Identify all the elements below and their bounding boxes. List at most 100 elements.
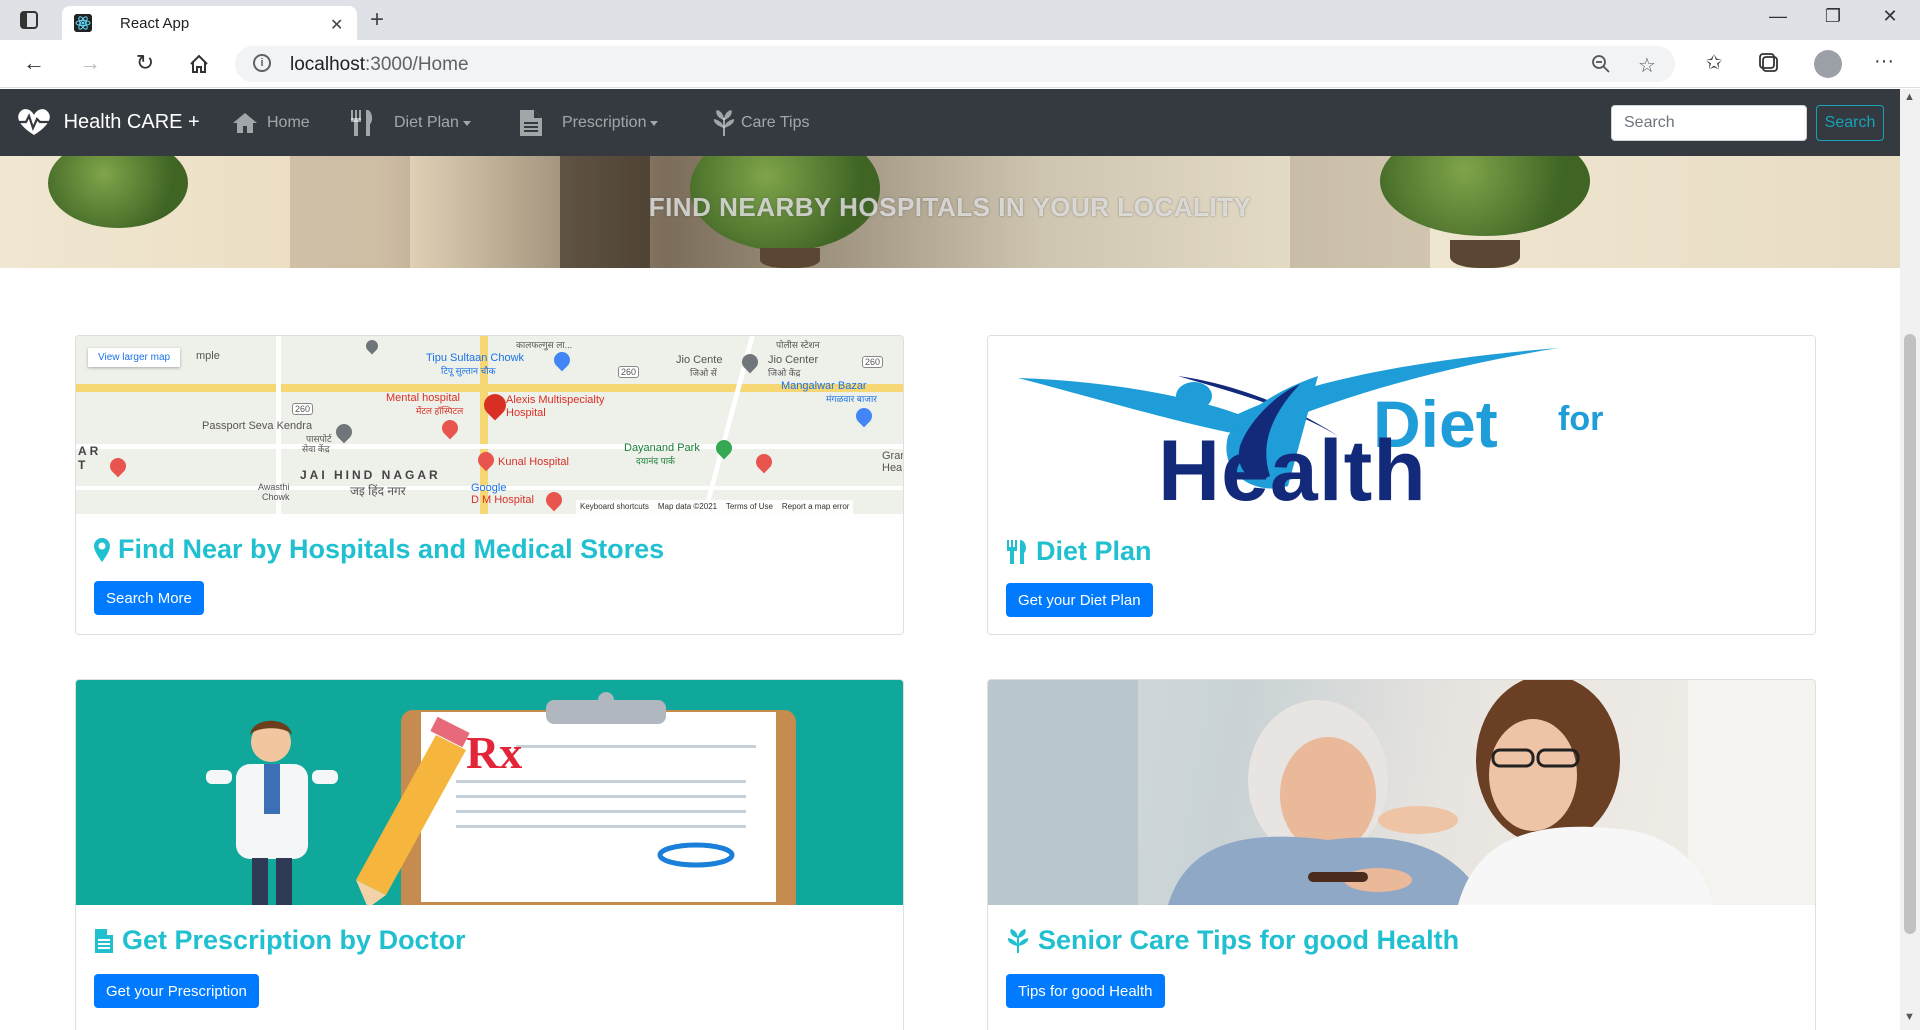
hospital-pin-icon[interactable] [438, 416, 462, 440]
doctor-clipboard-graphic [206, 692, 796, 905]
scroll-up-icon[interactable]: ▲ [1904, 91, 1915, 103]
scroll-down-icon[interactable]: ▼ [1904, 1011, 1915, 1023]
nav-care-tips-label: Care Tips [741, 114, 810, 131]
collections-icon[interactable] [1758, 52, 1782, 76]
card-senior-care: Senior Care Tips for good Health Tips fo… [987, 679, 1816, 1030]
map-data-text: Map data ©2021 [657, 502, 718, 511]
file-icon [95, 928, 113, 953]
tab-actions-icon[interactable] [18, 9, 40, 31]
banner-heading: FIND NEARBY HOSPITALS IN YOUR LOCALITY [648, 192, 1252, 222]
back-icon[interactable]: ← [20, 50, 48, 76]
get-prescription-button[interactable]: Get your Prescription [94, 974, 259, 1008]
new-tab-button[interactable]: + [370, 6, 384, 34]
map-label: Hospital [506, 407, 546, 419]
url-field[interactable]: i localhost:3000/Home ☆ [235, 46, 1675, 82]
map-label: mple [196, 350, 220, 362]
card-title: Find Near by Hospitals and Medical Store… [94, 534, 664, 565]
favorites-icon[interactable]: ✩ [1700, 50, 1728, 75]
report-error-link[interactable]: Report a map error [782, 502, 850, 511]
map-label: Jio Cente [676, 354, 723, 366]
react-favicon-icon [74, 14, 92, 32]
nav-home-label: Home [267, 114, 310, 131]
hospital-pin-icon[interactable] [474, 448, 498, 472]
home-browser-icon[interactable] [188, 53, 210, 75]
shop-pin-icon[interactable] [550, 348, 574, 372]
leaf-icon [1007, 928, 1029, 953]
map-footer: Keyboard shortcuts Map data ©2021 Terms … [576, 500, 854, 514]
road-shield: 260 [292, 403, 314, 415]
map-label: मेंटल हॉस्पिटल [416, 406, 464, 416]
scroll-thumb[interactable] [1904, 334, 1916, 934]
card-prescription: Rx Get Prescription by Doctor Get your P… [75, 679, 904, 1030]
minimize-icon[interactable]: — [1758, 6, 1798, 27]
window-close-icon[interactable]: ✕ [1870, 6, 1910, 27]
hospital-pin-icon[interactable] [106, 454, 130, 478]
nav-home[interactable]: Home [231, 103, 310, 143]
nav-diet-plan[interactable]: Diet Plan [348, 103, 471, 143]
more-menu-icon[interactable]: ··· [1870, 50, 1898, 73]
card-title-text: Diet Plan [1036, 536, 1152, 566]
diet-for-health-logo[interactable]: Diet for Health [988, 336, 1815, 516]
view-larger-map-link[interactable]: View larger map [88, 348, 181, 367]
logo-for-text: for [1558, 400, 1604, 438]
leaf-icon [713, 110, 735, 136]
search-more-button[interactable]: Search More [94, 581, 204, 615]
zoom-out-icon[interactable] [1590, 53, 1612, 75]
brand[interactable]: Health CARE + [14, 107, 200, 137]
page-scrollbar[interactable]: ▲ ▼ [1900, 89, 1920, 1030]
banner-pot [760, 248, 820, 268]
nav-prescription-label: Prescription [562, 114, 647, 131]
map-label: AR [78, 444, 102, 458]
keyboard-shortcuts-link[interactable]: Keyboard shortcuts [580, 502, 649, 511]
search-input[interactable] [1611, 105, 1807, 141]
add-favorite-icon[interactable]: ☆ [1638, 53, 1656, 78]
rx-symbol: Rx [466, 727, 523, 778]
map-label: सेवा केंद्र [302, 444, 330, 454]
map-label: Passport Seva Kendra [202, 420, 313, 432]
map-label: D M Hospital [471, 494, 534, 506]
park-pin-icon[interactable] [712, 436, 736, 460]
map-label: JAI HIND NAGAR [300, 468, 441, 482]
map-label: T [78, 458, 89, 472]
road-shield: 260 [618, 366, 640, 378]
map-label: कालफल्गुस ला... [516, 340, 573, 350]
chevron-down-icon [462, 120, 471, 126]
tab-close-icon[interactable]: ✕ [330, 15, 343, 35]
map-label: Hea [882, 462, 903, 474]
utensils-icon [1007, 539, 1026, 564]
forward-icon[interactable]: → [76, 50, 104, 76]
logo-health-text: Health [1158, 423, 1427, 519]
prescription-illustration: Rx [76, 680, 903, 905]
url-text: localhost:3000/Home [290, 54, 469, 75]
get-diet-plan-button[interactable]: Get your Diet Plan [1006, 583, 1153, 617]
map-embed[interactable]: View larger map mple कालफल्गुस ला... पोल… [76, 336, 903, 514]
road-shield: 260 [862, 356, 884, 368]
map-label: Mental hospital [386, 392, 460, 404]
place-pin-icon[interactable] [363, 337, 381, 355]
terms-link[interactable]: Terms of Use [726, 502, 773, 511]
reload-icon[interactable]: ↻ [131, 50, 159, 76]
card-diet-plan: Diet for Health Diet Plan Get your Diet … [987, 335, 1816, 635]
map-label: जिओ केंद्र [768, 368, 801, 378]
site-info-icon[interactable]: i [253, 54, 271, 72]
nav-prescription[interactable]: Prescription [518, 103, 659, 143]
card-title: Diet Plan [1006, 536, 1152, 567]
map-label: Tipu Sultaan Chowk [426, 352, 525, 364]
search-button[interactable]: Search [1816, 105, 1884, 141]
hospital-pin-icon[interactable] [542, 488, 566, 512]
shop-pin-icon[interactable] [852, 404, 876, 428]
home-icon [233, 113, 257, 133]
card-title-text: Senior Care Tips for good Health [1038, 925, 1460, 955]
card-title: Get Prescription by Doctor [94, 925, 466, 956]
restore-icon[interactable]: ❐ [1813, 6, 1853, 27]
place-pin-icon[interactable] [332, 420, 356, 444]
nav-care-tips[interactable]: Care Tips [711, 103, 809, 143]
banner-pot [1450, 240, 1520, 268]
map-label: Mangalwar Bazar [781, 380, 867, 392]
map-road [76, 444, 903, 449]
tips-good-health-button[interactable]: Tips for good Health [1006, 974, 1165, 1008]
browser-tab[interactable]: React App ✕ [62, 6, 357, 40]
hospital-pin-icon[interactable] [752, 450, 776, 474]
profile-avatar-icon[interactable] [1814, 50, 1842, 78]
card-title-text: Find Near by Hospitals and Medical Store… [118, 534, 665, 564]
